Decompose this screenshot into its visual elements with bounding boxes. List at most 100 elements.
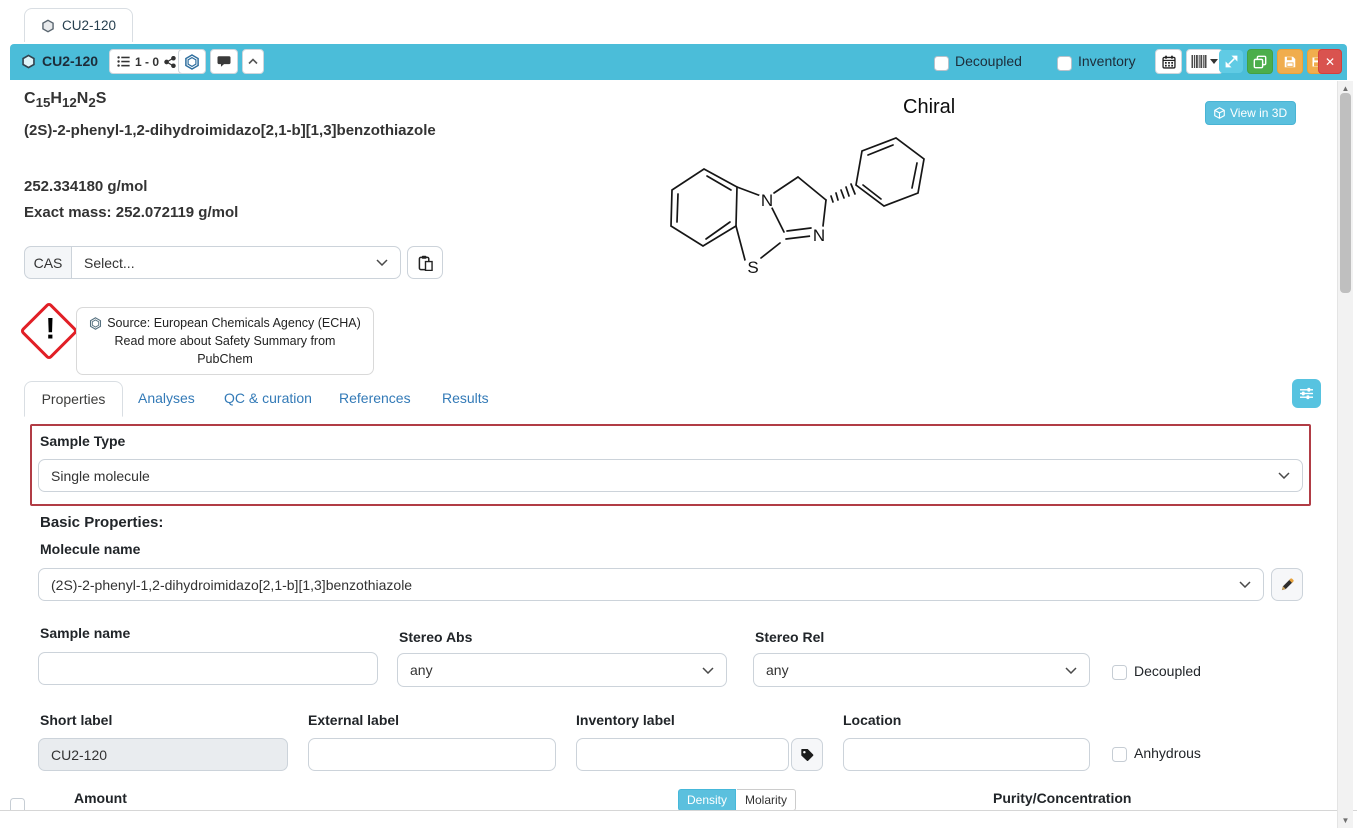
vertical-scrollbar[interactable]: ▲ ▼ bbox=[1337, 81, 1353, 828]
chevron-down-icon bbox=[702, 667, 714, 674]
save-button[interactable] bbox=[1277, 49, 1303, 74]
stereo-abs-select[interactable]: any bbox=[397, 653, 727, 687]
close-button[interactable]: ✕ bbox=[1318, 49, 1342, 74]
sample-detail-panel: C15H12N2S (2S)-2-phenyl-1,2-dihydroimida… bbox=[0, 80, 1357, 811]
molecule-name-label: Molecule name bbox=[40, 541, 140, 557]
cube-3d-icon bbox=[1214, 107, 1225, 119]
anhydrous-label: Anhydrous bbox=[1134, 745, 1201, 761]
svg-text:S: S bbox=[747, 258, 758, 277]
barcode-button[interactable] bbox=[1186, 49, 1223, 74]
tab-references[interactable]: References bbox=[339, 390, 411, 406]
counter-badge: 1 - 0 bbox=[135, 55, 159, 69]
molecule-structure-drawing: N N S bbox=[640, 128, 980, 298]
basic-properties-heading: Basic Properties: bbox=[40, 514, 163, 531]
pencil-icon bbox=[1280, 577, 1295, 592]
view-in-3d-button[interactable]: View in 3D bbox=[1205, 101, 1296, 125]
benzene-icon bbox=[41, 19, 55, 33]
chevron-up-icon bbox=[248, 58, 258, 65]
density-toggle-button[interactable]: Density bbox=[678, 789, 736, 811]
stereo-abs-value: any bbox=[410, 662, 433, 678]
tab-cu2-120[interactable]: CU2-120 bbox=[24, 8, 133, 42]
short-label-input bbox=[38, 738, 288, 771]
expand-arrows-icon bbox=[1225, 55, 1238, 68]
chevron-down-icon bbox=[1065, 667, 1077, 674]
molecule-name-value: (2S)-2-phenyl-1,2-dihydroimidazo[2,1-b][… bbox=[51, 577, 412, 593]
molar-mass: 252.334180 g/mol bbox=[24, 178, 147, 195]
tab-analyses[interactable]: Analyses bbox=[138, 390, 195, 406]
tab-settings-button[interactable] bbox=[1292, 379, 1321, 408]
safety-read-more-line: Read more about Safety Summary from PubC… bbox=[89, 332, 361, 368]
exact-mass: Exact mass: 252.072119 g/mol bbox=[24, 204, 238, 221]
inventory-tag-button[interactable] bbox=[791, 738, 823, 771]
comments-button[interactable] bbox=[210, 49, 238, 74]
clone-button[interactable] bbox=[1247, 49, 1273, 74]
stereo-rel-value: any bbox=[766, 662, 789, 678]
sample-type-value: Single molecule bbox=[51, 468, 150, 484]
inventory-label-input[interactable] bbox=[576, 738, 789, 771]
chiral-label: Chiral bbox=[903, 96, 955, 119]
decoupled-checkbox-label: Decoupled bbox=[955, 53, 1022, 69]
anhydrous-checkbox[interactable] bbox=[1112, 745, 1127, 762]
collection-counter-button[interactable]: 1 - 0 bbox=[109, 49, 184, 74]
cas-addon-label: CAS bbox=[24, 246, 72, 279]
caret-down-icon bbox=[1210, 59, 1218, 64]
molecule-iupac-name: (2S)-2-phenyl-1,2-dihydroimidazo[2,1-b][… bbox=[24, 120, 446, 141]
molecule-structure-button[interactable] bbox=[178, 49, 206, 74]
save-floppy-icon bbox=[1283, 55, 1297, 69]
stereo-rel-select[interactable]: any bbox=[753, 653, 1090, 687]
location-input[interactable] bbox=[843, 738, 1090, 771]
molarity-toggle-button[interactable]: Molarity bbox=[737, 789, 796, 811]
exclamation-mark: ! bbox=[45, 313, 55, 347]
calendar-button[interactable] bbox=[1155, 49, 1182, 74]
short-label-label: Short label bbox=[40, 712, 112, 728]
calendar-icon bbox=[1162, 55, 1176, 69]
decoupled-checkbox[interactable] bbox=[934, 54, 949, 71]
external-label-input[interactable] bbox=[308, 738, 556, 771]
location-label: Location bbox=[843, 712, 901, 728]
tab-results[interactable]: Results bbox=[442, 390, 489, 406]
decoupled-form-label: Decoupled bbox=[1134, 663, 1201, 679]
app-window: CU2-120 CU2-120 1 - 0 bbox=[0, 0, 1357, 834]
share-icon bbox=[164, 56, 176, 68]
purity-concentration-label: Purity/Concentration bbox=[993, 790, 1131, 806]
sample-name-input[interactable] bbox=[38, 652, 378, 685]
edit-molecule-name-button[interactable] bbox=[1271, 568, 1303, 601]
tab-title: CU2-120 bbox=[62, 18, 116, 33]
fullscreen-button[interactable] bbox=[1219, 50, 1243, 73]
scroll-up-icon[interactable]: ▲ bbox=[1338, 84, 1353, 93]
svg-text:N: N bbox=[813, 226, 825, 245]
benzene-icon bbox=[21, 54, 36, 69]
cas-copy-button[interactable] bbox=[407, 246, 443, 279]
safety-source-button[interactable]: Source: European Chemicals Agency (ECHA)… bbox=[76, 307, 374, 375]
chevron-down-icon bbox=[1239, 581, 1251, 588]
sample-type-select[interactable]: Single molecule bbox=[38, 459, 1303, 492]
view-in-3d-label: View in 3D bbox=[1230, 106, 1287, 120]
barcode-icon bbox=[1191, 55, 1207, 68]
list-icon bbox=[117, 55, 130, 68]
sample-header-bar: CU2-120 1 - 0 Decoupled bbox=[10, 44, 1347, 80]
sliders-icon bbox=[1299, 387, 1314, 400]
tab-qc-curation[interactable]: QC & curation bbox=[224, 390, 312, 406]
decoupled-form-checkbox[interactable] bbox=[1112, 663, 1127, 680]
collapse-button[interactable] bbox=[242, 49, 264, 74]
close-x-icon: ✕ bbox=[1325, 56, 1335, 68]
cas-select[interactable]: Select... bbox=[71, 246, 401, 279]
comment-icon bbox=[217, 55, 231, 68]
amount-lock-checkbox[interactable] bbox=[10, 796, 25, 811]
chevron-down-icon bbox=[1278, 472, 1290, 479]
inventory-checkbox-label: Inventory bbox=[1078, 53, 1136, 69]
molecule-name-select[interactable]: (2S)-2-phenyl-1,2-dihydroimidazo[2,1-b][… bbox=[38, 568, 1264, 601]
external-label-label: External label bbox=[308, 712, 399, 728]
scroll-down-icon[interactable]: ▼ bbox=[1338, 816, 1353, 825]
inventory-checkbox[interactable] bbox=[1057, 54, 1072, 71]
tab-properties[interactable]: Properties bbox=[24, 381, 123, 417]
scrollbar-thumb[interactable] bbox=[1340, 93, 1351, 293]
molecule-hexagon-icon bbox=[184, 54, 200, 70]
sample-title: CU2-120 bbox=[42, 53, 98, 69]
cas-select-value: Select... bbox=[84, 255, 135, 271]
sample-name-label: Sample name bbox=[40, 625, 130, 641]
ghs-exclamation-pictogram: ! bbox=[19, 301, 78, 360]
copy-icon bbox=[1253, 55, 1267, 69]
svg-text:N: N bbox=[761, 191, 773, 210]
chevron-down-icon bbox=[376, 259, 388, 266]
